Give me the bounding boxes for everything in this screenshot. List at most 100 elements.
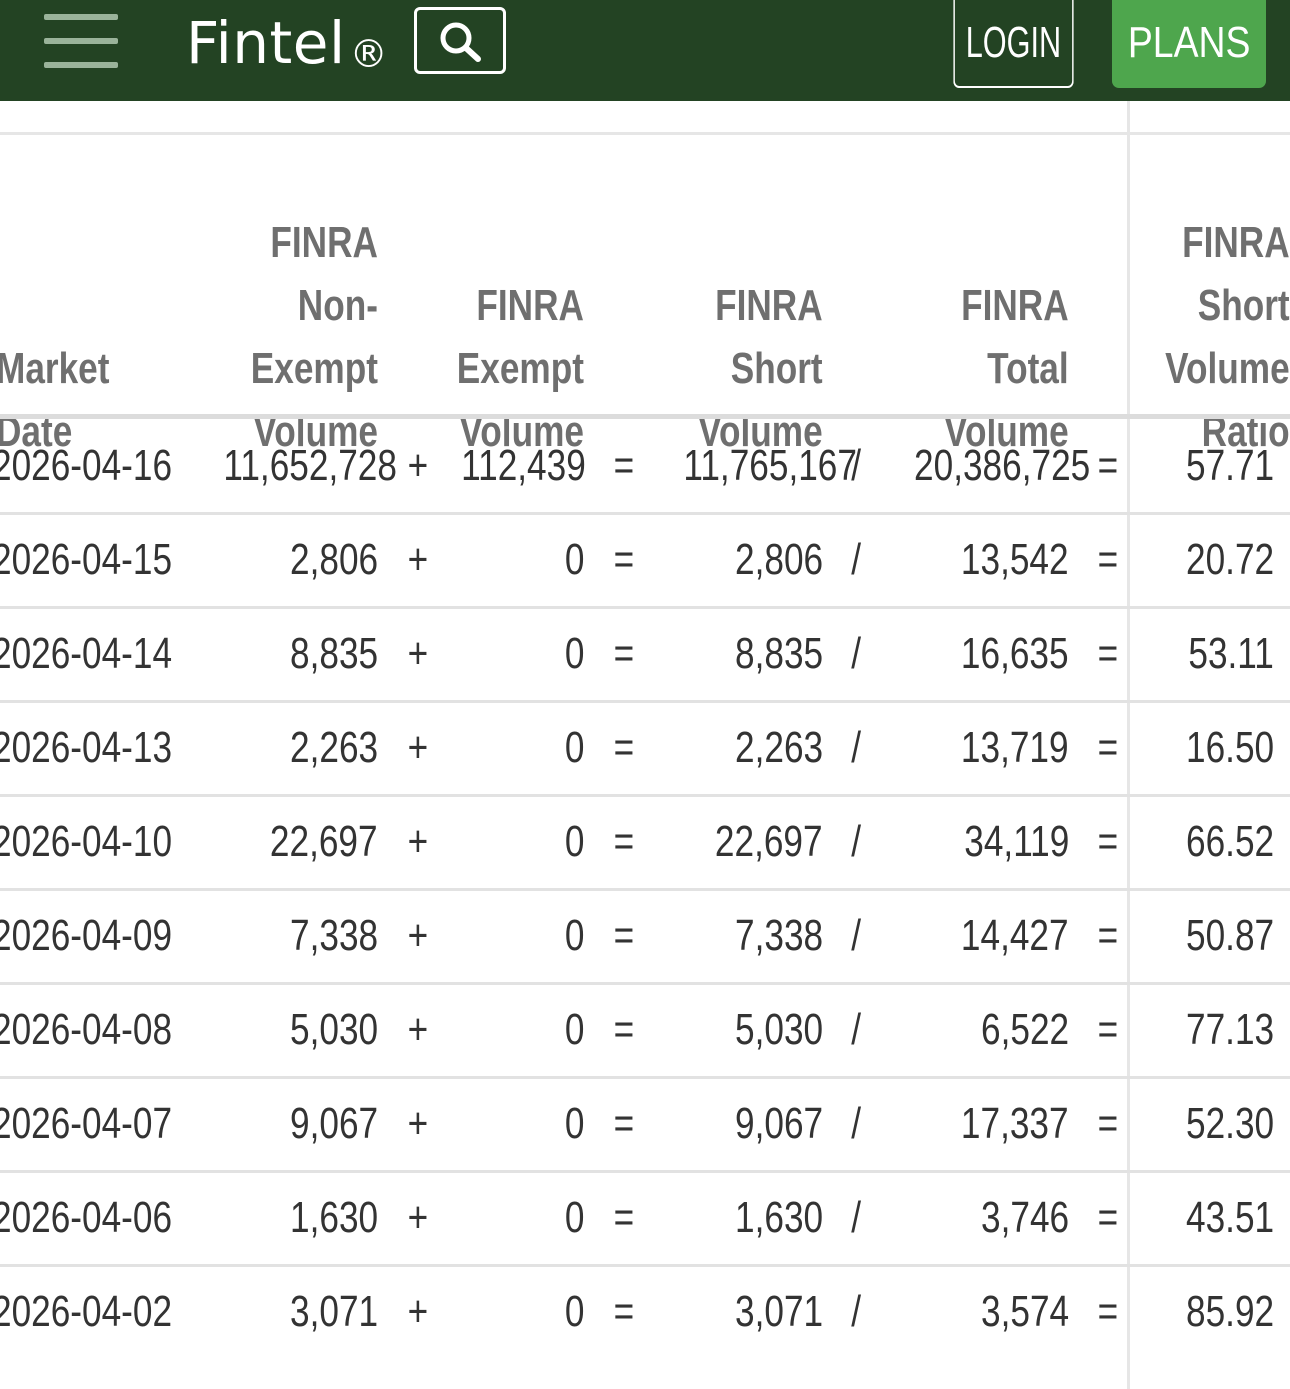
equals-operator: = [613,1099,635,1148]
cell-short-volume: 22,697 [715,817,823,866]
cell-date: 2026-04-13 [0,723,173,772]
divide-operator: / [851,817,861,866]
cell-non-exempt-volume: 2,806 [289,535,378,584]
divide-operator: / [851,1005,861,1054]
cell-short-volume: 7,338 [734,911,823,960]
cell-short-volume: 1,630 [734,1193,823,1242]
equals-operator: = [613,911,635,960]
cell-exempt-volume: 0 [564,723,584,772]
cell-total-volume: 3,574 [980,1287,1069,1336]
cell-date: 2026-04-08 [0,1005,173,1054]
cell-total-volume: 13,542 [961,535,1069,584]
cell-date: 2026-04-14 [0,629,173,678]
divide-operator: / [851,1193,861,1242]
cell-short-volume: 2,806 [734,535,823,584]
equals-operator: = [613,1287,635,1336]
cell-short-volume-ratio: 57.71 [1185,441,1274,490]
divide-operator: / [851,723,861,772]
cell-short-volume: 5,030 [734,1005,823,1054]
table-row: 2026-04-10 22,697 +0 = 22,697/34,119 = 66.52 [0,795,1290,889]
equals-operator: = [1097,441,1119,490]
equals-operator: = [613,629,635,678]
cell-total-volume: 20,386,725 [914,441,1091,490]
brand-name: Fintel [186,9,346,77]
cell-short-volume-ratio: 20.72 [1185,535,1274,584]
cell-non-exempt-volume: 3,071 [289,1287,378,1336]
table-row: 2026-04-07 9,067 +0 = 9,067/17,337 = 52.30 [0,1077,1290,1171]
cell-exempt-volume: 0 [564,629,584,678]
cell-non-exempt-volume: 11,652,728 [223,441,397,490]
cell-non-exempt-volume: 5,030 [289,1005,378,1054]
cell-short-volume-ratio: 50.87 [1185,911,1274,960]
table-row: 2026-04-08 5,030 +0 = 5,030/6,522 = 77.13 [0,983,1290,1077]
equals-operator: = [613,1005,635,1054]
cell-exempt-volume: 0 [564,911,584,960]
equals-operator: = [1097,535,1119,584]
equals-operator: = [613,723,635,772]
divide-operator: / [851,1099,861,1148]
table-row: 2026-04-06 1,630 +0 = 1,630/3,746 = 43.51 [0,1171,1290,1265]
equals-operator: = [1097,1099,1119,1148]
divide-operator: / [851,911,861,960]
plans-button[interactable]: PLANS [1112,0,1266,88]
hamburger-menu-icon[interactable] [44,14,118,70]
cell-total-volume: 3,746 [980,1193,1069,1242]
cell-short-volume: 8,835 [734,629,823,678]
cell-short-volume-ratio: 16.50 [1185,723,1274,772]
cell-exempt-volume: 0 [564,1287,584,1336]
cell-non-exempt-volume: 8,835 [289,629,378,678]
equals-operator: = [613,1193,635,1242]
table-top-border-right [1130,132,1290,135]
equals-operator: = [613,817,635,866]
cell-short-volume: 2,263 [734,723,823,772]
cell-total-volume: 13,719 [961,723,1069,772]
divide-operator: / [851,1287,861,1336]
cell-exempt-volume: 112,439 [461,441,586,490]
cell-date: 2026-04-16 [0,441,173,490]
cell-non-exempt-volume: 22,697 [270,817,378,866]
login-button[interactable]: LOGIN [953,0,1074,88]
divide-operator: / [851,629,861,678]
cell-short-volume: 11,765,167 [683,441,857,490]
cell-total-volume: 6,522 [980,1005,1069,1054]
cell-exempt-volume: 0 [564,1099,584,1148]
equals-operator: = [1097,911,1119,960]
cell-exempt-volume: 0 [564,817,584,866]
equals-operator: = [613,535,635,584]
cell-date: 2026-04-09 [0,911,173,960]
cell-date: 2026-04-15 [0,535,173,584]
table-row: 2026-04-09 7,338 +0 = 7,338/14,427 = 50.87 [0,889,1290,983]
cell-date: 2026-04-06 [0,1193,173,1242]
cell-exempt-volume: 0 [564,535,584,584]
search-icon [440,22,481,62]
cell-non-exempt-volume: 7,338 [289,911,378,960]
cell-short-volume-ratio: 77.13 [1185,1005,1274,1054]
divide-operator: / [851,441,861,490]
cell-date: 2026-04-10 [0,817,173,866]
table-row: 2026-04-14 8,835 +0 = 8,835/16,635 = 53.11 [0,607,1290,701]
cell-total-volume: 16,635 [961,629,1069,678]
cell-non-exempt-volume: 9,067 [289,1099,378,1148]
cell-non-exempt-volume: 2,263 [289,723,378,772]
brand-logo[interactable]: Fintel ® [186,10,388,87]
equals-operator: = [1097,629,1119,678]
cell-date: 2026-04-02 [0,1287,173,1336]
top-navbar: Fintel ® LOGIN PLANS [0,0,1290,101]
table-row: 2026-04-15 2,806 +0 = 2,806/13,542 = 20.72 [0,513,1290,607]
equals-operator: = [613,441,635,490]
cell-short-volume: 9,067 [734,1099,823,1148]
cell-short-volume-ratio: 52.30 [1185,1099,1274,1148]
equals-operator: = [1097,1287,1119,1336]
divide-operator: / [851,535,861,584]
table-row: 2026-04-13 2,263 +0 = 2,263/13,719 = 16.50 [0,701,1290,795]
equals-operator: = [1097,1005,1119,1054]
table-row: 2026-04-02 3,071 +0 = 3,071/3,574 = 85.92 [0,1265,1290,1359]
cell-exempt-volume: 0 [564,1005,584,1054]
table-top-border [0,132,1128,135]
table-row: 2026-04-16 11,652,728 +112,439 = 11,765,167/… [0,419,1290,513]
search-button[interactable] [414,7,506,74]
equals-operator: = [1097,817,1119,866]
equals-operator: = [1097,723,1119,772]
cell-total-volume: 17,337 [961,1099,1069,1148]
cell-short-volume-ratio: 53.11 [1188,629,1274,678]
